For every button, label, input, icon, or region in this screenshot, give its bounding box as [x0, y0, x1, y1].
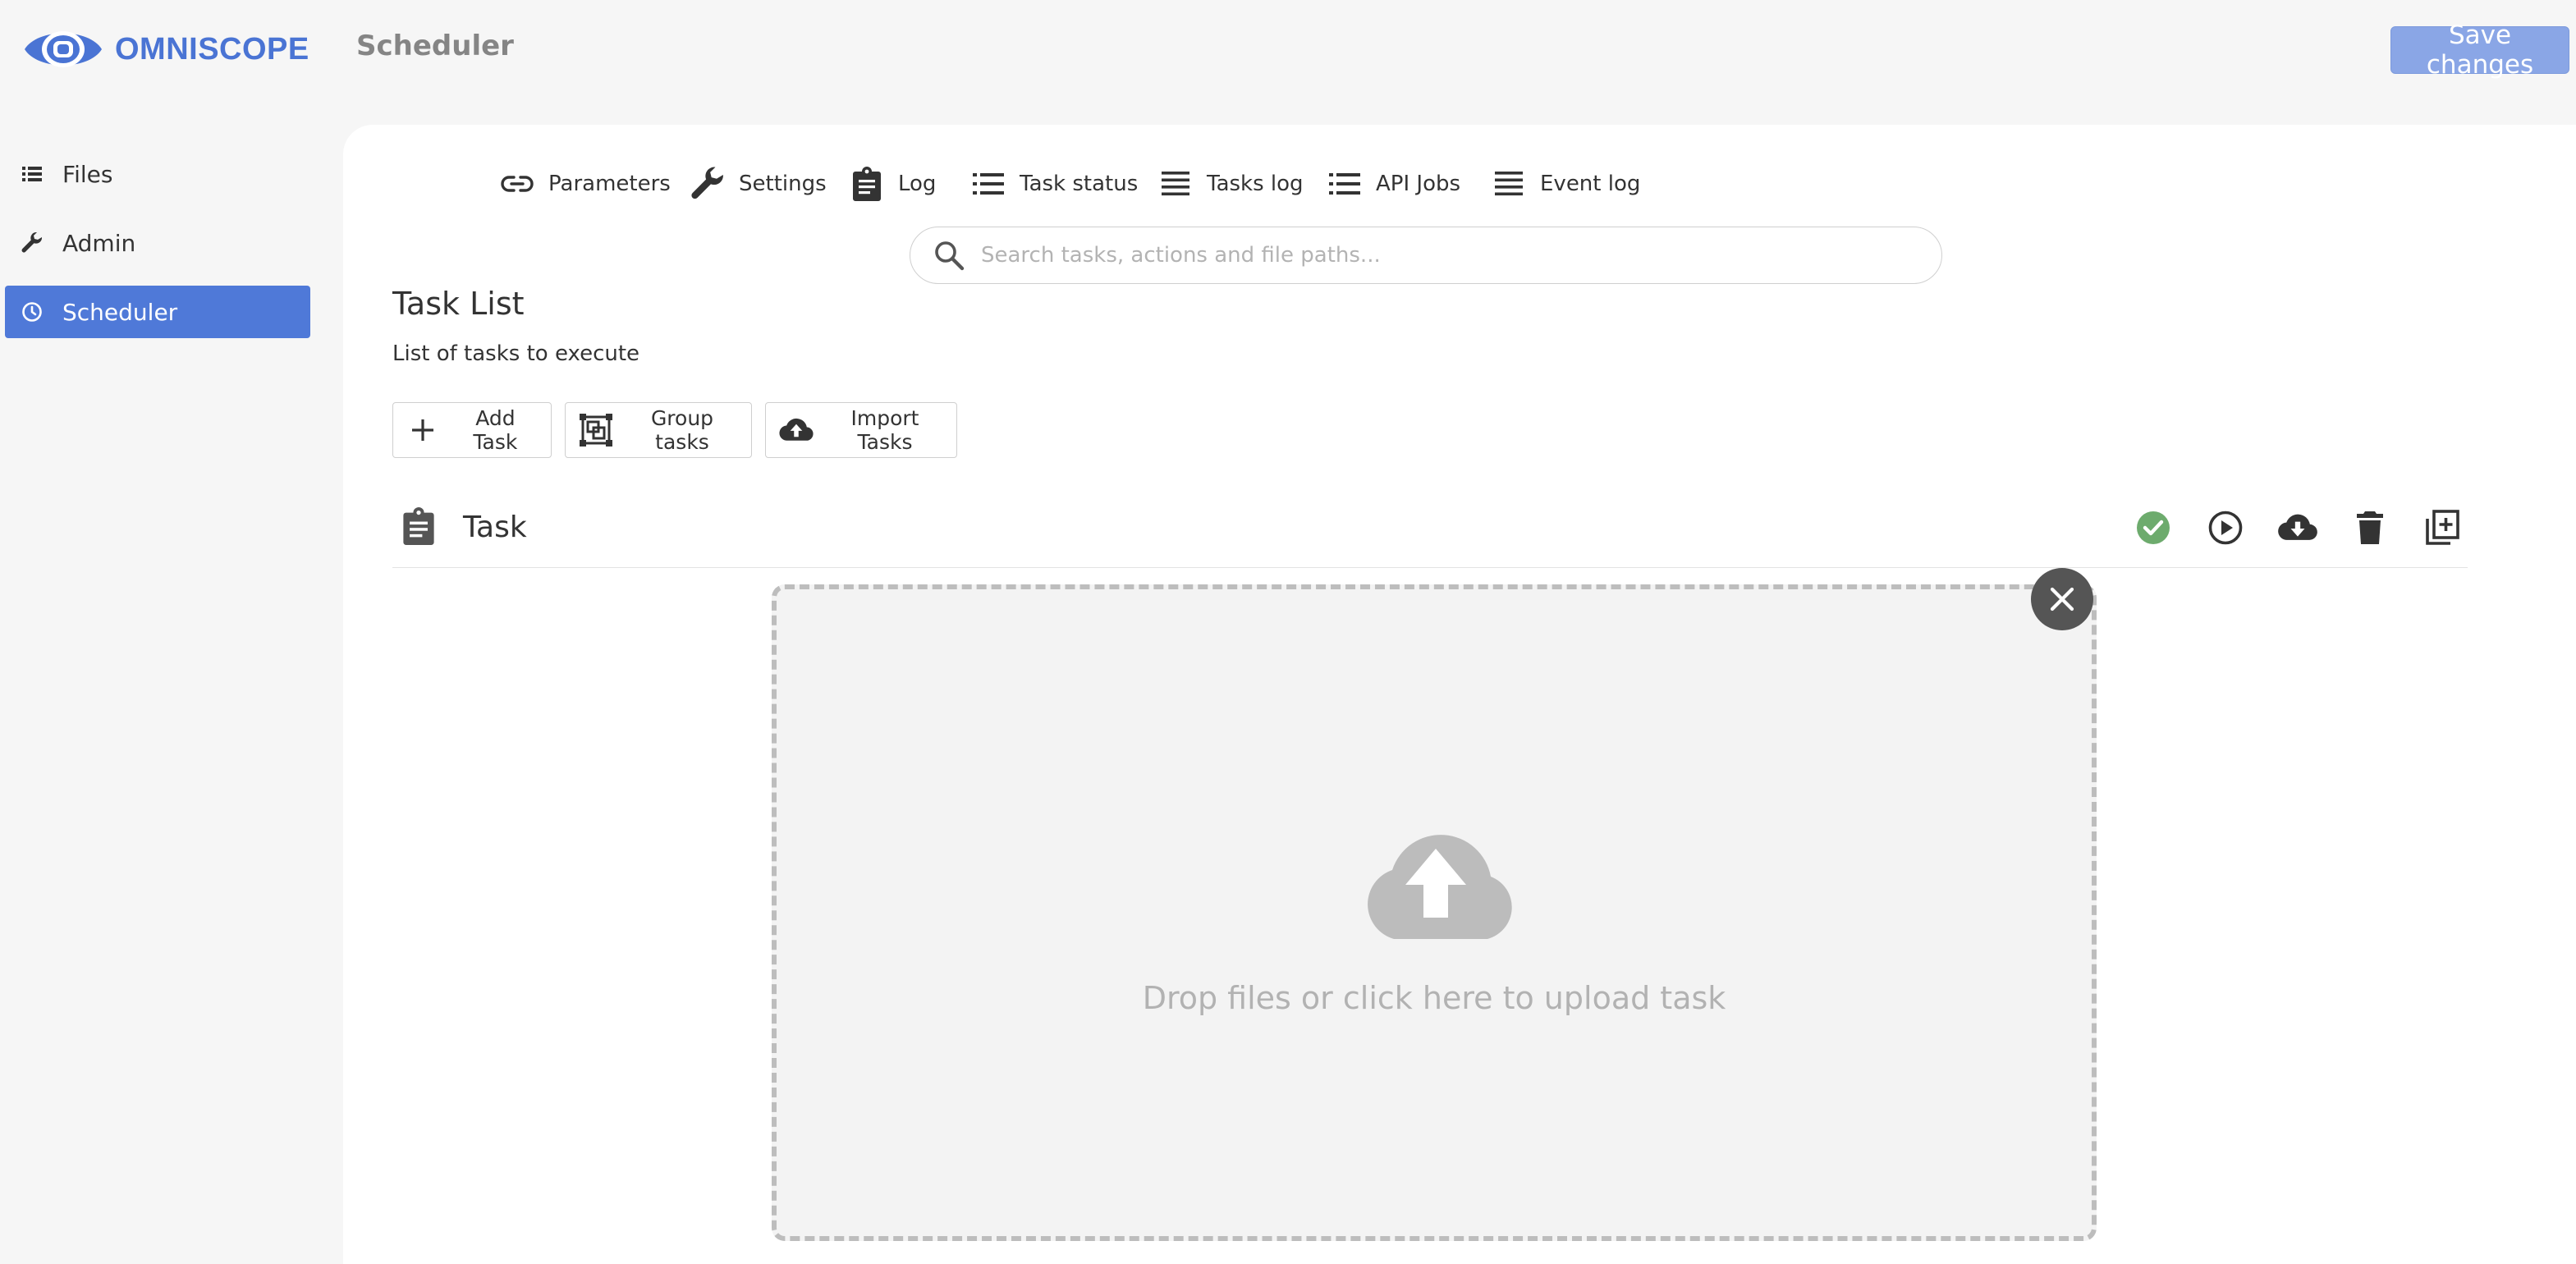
import-tasks-button[interactable]: Import Tasks — [765, 402, 957, 458]
tab-settings[interactable]: Settings — [690, 164, 827, 204]
upload-dropzone[interactable]: Drop files or click here to upload task — [772, 584, 2097, 1241]
sidebar-item-scheduler[interactable]: Scheduler — [5, 286, 310, 338]
sidebar-item-label: Files — [62, 160, 113, 188]
eye-logo-icon — [25, 31, 102, 67]
search-input[interactable] — [981, 243, 1884, 268]
tab-label: Tasks log — [1207, 172, 1304, 196]
play-circle-icon[interactable] — [2205, 507, 2246, 548]
tab-event-log[interactable]: Event log — [1491, 164, 1640, 204]
dropzone-text: Drop files or click here to upload task — [1142, 980, 1726, 1016]
tab-label: Task status — [1020, 172, 1139, 196]
tab-log[interactable]: Log — [849, 164, 936, 204]
lines-icon — [1157, 166, 1194, 202]
task-list-title: Task List — [392, 286, 525, 322]
cloud-download-icon[interactable] — [2277, 507, 2318, 548]
wrench-icon — [690, 166, 726, 202]
sidebar-item-admin[interactable]: Admin — [5, 217, 310, 269]
cloud-upload-icon — [1368, 835, 1512, 939]
sidebar-item-files[interactable]: Files — [5, 148, 310, 200]
group-objects-icon — [579, 413, 613, 447]
clipboard-icon — [402, 507, 438, 547]
logo-text: OMNISCOPE — [115, 31, 309, 66]
task-label: Task — [463, 511, 527, 544]
sidebar-item-label: Scheduler — [62, 298, 178, 326]
tab-task-status[interactable]: Task status — [970, 164, 1138, 204]
list-icon — [970, 166, 1006, 202]
copy-add-icon[interactable] — [2422, 507, 2463, 548]
check-circle-icon[interactable] — [2133, 507, 2174, 548]
clipboard-icon — [849, 166, 885, 202]
omniscope-logo[interactable]: OMNISCOPE — [23, 23, 309, 76]
tab-parameters[interactable]: Parameters — [499, 164, 671, 204]
import-tasks-label: Import Tasks — [850, 406, 919, 454]
add-task-button[interactable]: Add Task — [392, 402, 552, 458]
lines-icon — [1491, 166, 1527, 202]
main-panel: Parameters Settings Log Task status Task… — [343, 125, 2576, 1264]
close-icon — [2050, 587, 2074, 611]
list-icon — [20, 162, 44, 186]
trash-icon[interactable] — [2349, 507, 2390, 548]
add-task-label: Add Task — [473, 406, 518, 454]
link-icon — [499, 166, 535, 202]
cloud-upload-icon — [779, 413, 814, 447]
tab-tasks-log[interactable]: Tasks log — [1157, 164, 1304, 204]
close-dropzone-button[interactable] — [2031, 568, 2093, 630]
search-icon — [935, 241, 965, 271]
task-row: Task — [392, 502, 2468, 568]
list-icon — [1327, 166, 1363, 202]
tab-label: API Jobs — [1376, 172, 1461, 196]
wrench-icon — [20, 231, 44, 255]
save-changes-button[interactable]: Save changes — [2390, 21, 2569, 80]
group-tasks-button[interactable]: Group tasks — [565, 402, 752, 458]
group-tasks-label: Group tasks — [650, 406, 714, 454]
page-title: Scheduler — [356, 30, 514, 62]
clock-icon — [20, 300, 44, 324]
task-list-subtitle: List of tasks to execute — [392, 341, 640, 366]
tab-label: Log — [898, 172, 937, 196]
tab-api-jobs[interactable]: API Jobs — [1327, 164, 1460, 204]
search-bar[interactable] — [910, 227, 1942, 284]
tab-label: Parameters — [548, 172, 671, 196]
sidebar-item-label: Admin — [62, 229, 136, 257]
plus-icon — [406, 413, 440, 447]
tab-label: Settings — [739, 172, 827, 196]
tab-label: Event log — [1540, 172, 1641, 196]
